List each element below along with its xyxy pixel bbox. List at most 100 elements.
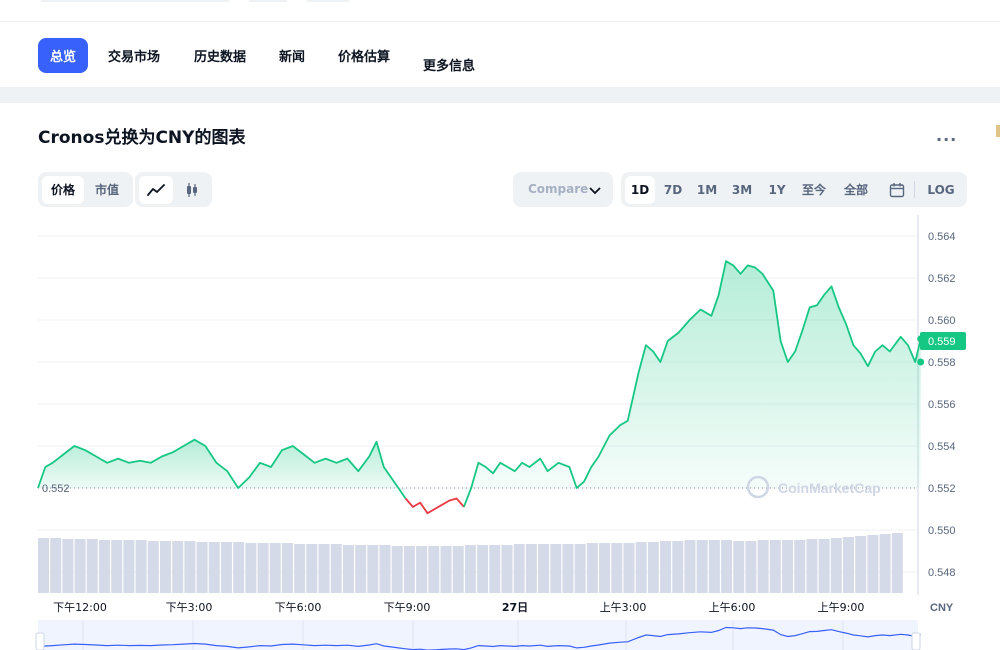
volume-bar bbox=[86, 539, 98, 593]
section-tab-bar: 总览 交易市场 历史数据 新闻 价格估算 更多信息 bbox=[0, 23, 1000, 87]
volume-bar bbox=[98, 540, 110, 593]
volume-bar bbox=[403, 546, 415, 593]
volume-bar bbox=[233, 542, 245, 593]
calendar-icon bbox=[889, 182, 905, 197]
volume-bar bbox=[220, 542, 232, 593]
volume-bar bbox=[245, 543, 257, 593]
volume-bar bbox=[818, 539, 830, 593]
volume-bar bbox=[62, 539, 74, 593]
volume-bar bbox=[733, 541, 745, 593]
volume-bar bbox=[843, 537, 855, 593]
price-area bbox=[463, 261, 921, 507]
open-price-label: 0.552 bbox=[42, 483, 70, 495]
log-scale-button[interactable]: LOG bbox=[923, 176, 959, 204]
volume-bar bbox=[879, 534, 891, 593]
volume-bar bbox=[830, 538, 842, 593]
volume-bar bbox=[525, 544, 537, 593]
volume-bar bbox=[367, 545, 379, 593]
volume-bar bbox=[379, 545, 391, 593]
volume-bar bbox=[257, 543, 269, 593]
range-1y-button[interactable]: 1Y bbox=[762, 176, 792, 204]
more-options-button[interactable]: ... bbox=[936, 126, 957, 145]
compare-dropdown[interactable]: Compare bbox=[513, 172, 613, 207]
time-range-toggle: 1D 7D 1M 3M 1Y 至今 全部 LOG bbox=[621, 172, 967, 207]
volume-bar bbox=[574, 544, 586, 593]
x-tick-label: 上午6:00 bbox=[709, 601, 756, 614]
volume-bar bbox=[538, 544, 550, 593]
volume-bar bbox=[672, 541, 684, 593]
navigator-right-handle[interactable] bbox=[911, 632, 921, 650]
volume-bar bbox=[281, 543, 293, 593]
volume-bar bbox=[294, 544, 306, 593]
y-tick-label: 0.554 bbox=[928, 441, 956, 453]
range-3m-button[interactable]: 3M bbox=[727, 176, 757, 204]
volume-bar bbox=[306, 544, 318, 593]
volume-bar bbox=[50, 538, 62, 593]
y-tick-label: 0.560 bbox=[928, 315, 956, 327]
tab-historical-data[interactable]: 历史数据 bbox=[194, 46, 246, 65]
candlestick-button[interactable] bbox=[175, 176, 209, 204]
line-chart-button[interactable] bbox=[139, 175, 173, 204]
watermark-text: CoinMarketCap bbox=[778, 480, 881, 496]
volume-bar bbox=[745, 541, 757, 593]
volume-bar bbox=[721, 540, 733, 593]
compare-label: Compare bbox=[528, 182, 589, 196]
volume-bar bbox=[513, 544, 525, 593]
y-tick-label: 0.558 bbox=[928, 357, 956, 369]
range-all-button[interactable]: 全部 bbox=[838, 176, 874, 204]
volume-bar bbox=[867, 535, 879, 593]
volume-bar bbox=[318, 544, 330, 593]
tab-price-estimates[interactable]: 价格估算 bbox=[338, 46, 390, 65]
volume-bar bbox=[599, 543, 611, 593]
metric-marketcap-button[interactable]: 市值 bbox=[86, 176, 128, 204]
volume-bar bbox=[172, 541, 184, 593]
range-1d-button[interactable]: 1D bbox=[625, 175, 655, 204]
volume-bar bbox=[452, 546, 464, 593]
x-tick-label: 下午6:00 bbox=[275, 601, 322, 614]
range-navigator[interactable] bbox=[35, 620, 921, 650]
volume-bar bbox=[477, 545, 489, 593]
metric-toggle: 价格 市值 bbox=[38, 172, 133, 207]
volume-bar bbox=[782, 540, 794, 593]
chevron-down-icon bbox=[589, 172, 601, 207]
top-nav-pill[interactable] bbox=[248, 0, 288, 2]
hover-price-dot bbox=[917, 358, 925, 366]
volume-bar bbox=[416, 546, 428, 593]
y-tick-label: 0.548 bbox=[928, 567, 956, 579]
range-ytd-button[interactable]: 至今 bbox=[796, 176, 832, 204]
candlestick-icon bbox=[187, 182, 197, 197]
volume-bar bbox=[769, 540, 781, 593]
date-picker-button[interactable] bbox=[883, 176, 911, 204]
volume-bar bbox=[355, 545, 367, 593]
metric-price-button[interactable]: 价格 bbox=[42, 175, 84, 204]
volume-bar bbox=[342, 545, 354, 593]
top-search-pill[interactable] bbox=[40, 0, 230, 2]
tab-overview[interactable]: 总览 bbox=[38, 38, 89, 73]
price-area bbox=[38, 439, 406, 499]
y-tick-label: 0.564 bbox=[928, 231, 956, 243]
y-tick-label: 0.550 bbox=[928, 525, 956, 537]
range-7d-button[interactable]: 7D bbox=[658, 176, 688, 204]
volume-bar bbox=[562, 544, 574, 593]
top-nav-pill[interactable] bbox=[306, 0, 350, 2]
tab-markets[interactable]: 交易市场 bbox=[108, 46, 160, 65]
volume-bar bbox=[440, 546, 452, 593]
navigator-left-handle[interactable] bbox=[35, 632, 45, 650]
y-tick-label: 0.556 bbox=[928, 399, 956, 411]
x-tick-label: 27日 bbox=[502, 601, 528, 614]
range-1m-button[interactable]: 1M bbox=[692, 176, 722, 204]
volume-bar bbox=[635, 542, 647, 593]
volume-bar bbox=[269, 543, 281, 593]
volume-bar bbox=[501, 545, 513, 593]
volume-bar bbox=[428, 546, 440, 593]
volume-bar bbox=[586, 543, 598, 593]
volume-bar bbox=[696, 540, 708, 593]
tab-more-info[interactable]: 更多信息 bbox=[423, 55, 475, 74]
volume-bar bbox=[708, 540, 720, 593]
tab-news[interactable]: 新闻 bbox=[279, 46, 305, 65]
edge-badge bbox=[996, 125, 1000, 137]
x-tick-label: 上午3:00 bbox=[600, 601, 647, 614]
x-tick-label: 上午9:00 bbox=[818, 601, 865, 614]
volume-bar bbox=[196, 542, 208, 593]
price-chart[interactable]: CoinMarketCap 0.564 0.562 0.560 0.558 0.556 0… bbox=[0, 215, 1000, 650]
